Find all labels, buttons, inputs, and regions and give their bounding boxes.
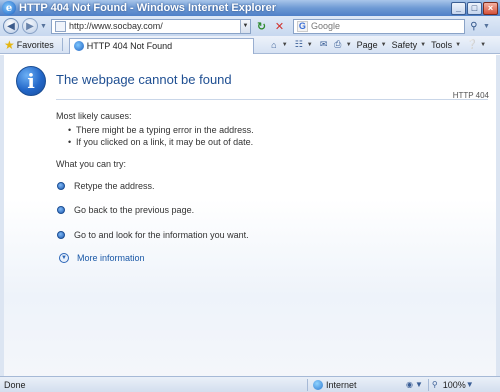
feeds-icon[interactable]: ☷ (293, 39, 305, 51)
help-icon[interactable]: ❔ (466, 39, 478, 51)
more-information-link[interactable]: ▼ More information (59, 253, 145, 263)
refresh-button[interactable]: ↻ (254, 19, 269, 34)
heading-divider (56, 99, 488, 100)
zoom-icon: ⚲ (431, 380, 438, 389)
page-title: The webpage cannot be found (56, 72, 232, 87)
status-bar: Done Internet ◉ ▼ ⚲ 100% ▼ (0, 376, 500, 392)
print-icon[interactable]: ⎙ (332, 39, 344, 51)
suggestion-text: Go back to the previous page. (74, 205, 195, 215)
mail-icon[interactable]: ✉ (318, 39, 330, 51)
search-box[interactable]: G Google (292, 18, 465, 34)
status-divider (427, 378, 429, 391)
blue-bullet-icon (57, 182, 65, 190)
forward-button[interactable]: ▶ (22, 18, 38, 34)
suggestion-item: Go to and look for the information you w… (57, 230, 249, 240)
cause-item: There might be a typing error in the add… (68, 125, 254, 135)
blue-bullet-icon (57, 206, 65, 214)
safety-menu-dropdown-icon: ▼ (420, 41, 427, 48)
search-button[interactable]: ⚲ (467, 19, 481, 34)
page-menu-dropdown-icon: ▼ (380, 41, 387, 48)
title-bar: e HTTP 404 Not Found - Windows Internet … (0, 0, 500, 16)
browser-tab[interactable]: HTTP 404 Not Found (68, 37, 254, 54)
suggestions-heading: What you can try: (56, 159, 127, 169)
window-title: HTTP 404 Not Found - Windows Internet Ex… (19, 2, 276, 14)
minimize-button[interactable]: _ (451, 1, 466, 15)
home-icon[interactable]: ⌂ (268, 39, 280, 51)
page-menu[interactable]: Page (357, 40, 378, 50)
safety-menu[interactable]: Safety (392, 40, 418, 50)
info-icon: i (16, 66, 46, 96)
zoom-dropdown[interactable]: ▼ (466, 380, 474, 389)
address-dropdown-button[interactable]: ▼ (239, 19, 250, 33)
tools-menu-dropdown-icon: ▼ (455, 41, 462, 48)
security-zone[interactable]: Internet (326, 380, 406, 390)
favorites-bar: ★ Favorites HTTP 404 Not Found ⌂ ▼ ☷ ▼ ✉… (0, 36, 500, 54)
more-information-label: More information (77, 253, 145, 263)
ie-logo-icon: e (2, 1, 16, 15)
address-input[interactable]: http://www.socbay.com/ (69, 21, 240, 31)
tab-title: HTTP 404 Not Found (86, 41, 173, 51)
print-dropdown[interactable]: ▼ (346, 42, 352, 48)
ie-tab-icon (73, 41, 84, 51)
google-icon: G (296, 20, 308, 32)
status-divider (307, 378, 308, 391)
protected-mode-dropdown[interactable]: ▼ (415, 380, 423, 389)
recent-pages-dropdown[interactable]: ▼ (40, 23, 47, 30)
search-options-dropdown[interactable]: ▼ (483, 23, 490, 30)
favorites-star-icon[interactable]: ★ (4, 38, 15, 52)
stop-button[interactable]: ✕ (272, 19, 287, 34)
maximize-button[interactable]: □ (467, 1, 482, 15)
internet-zone-icon (313, 379, 323, 390)
tools-menu[interactable]: Tools (431, 40, 452, 50)
help-dropdown[interactable]: ▼ (480, 42, 486, 48)
chevron-down-icon: ▼ (59, 253, 69, 263)
navigation-bar: ◀ ▶ ▼ http://www.socbay.com/ ▼ ↻ ✕ G Goo… (0, 16, 500, 36)
window-controls: _ □ × (451, 1, 498, 15)
home-dropdown[interactable]: ▼ (282, 42, 288, 48)
page-icon (54, 20, 66, 32)
feeds-dropdown[interactable]: ▼ (307, 42, 313, 48)
toolbar-divider (61, 38, 63, 51)
favorites-button[interactable]: Favorites (17, 40, 54, 50)
causes-heading: Most likely causes: (56, 111, 132, 121)
address-bar[interactable]: http://www.socbay.com/ ▼ (50, 18, 251, 34)
status-text: Done (4, 379, 26, 390)
page-content: i The webpage cannot be found HTTP 404 M… (0, 55, 500, 376)
close-button[interactable]: × (483, 1, 498, 15)
back-button[interactable]: ◀ (3, 18, 19, 34)
protected-mode-icon[interactable]: ◉ (406, 380, 413, 389)
suggestion-item: Retype the address. (57, 181, 155, 191)
blue-bullet-icon (57, 231, 65, 239)
cause-item: If you clicked on a link, it may be out … (68, 137, 253, 147)
suggestion-text: Retype the address. (74, 181, 155, 191)
command-bar: ⌂ ▼ ☷ ▼ ✉ ⎙ ▼ Page ▼ Safety ▼ Tools ▼ ❔ … (268, 39, 489, 51)
suggestion-text: Go to and look for the information you w… (74, 230, 249, 240)
suggestion-item: Go back to the previous page. (57, 205, 194, 215)
zoom-level[interactable]: 100% (443, 380, 466, 390)
search-input[interactable]: Google (311, 21, 464, 31)
